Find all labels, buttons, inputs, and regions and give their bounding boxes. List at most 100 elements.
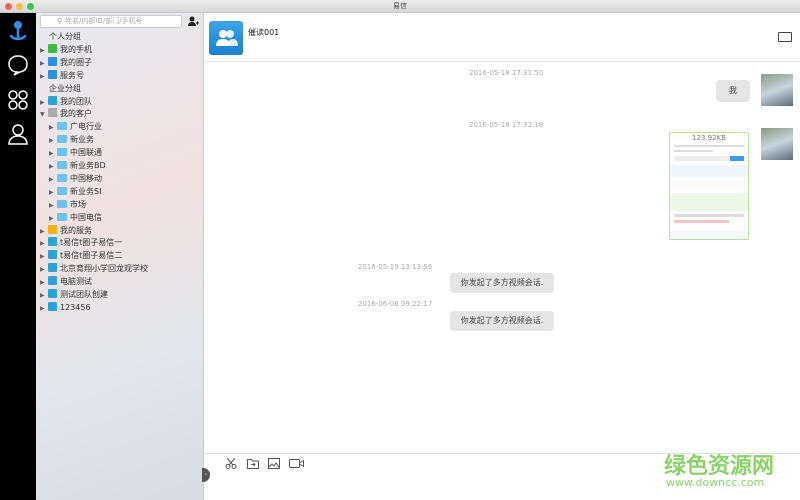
group-icon (48, 301, 57, 311)
group-icon (48, 95, 57, 105)
group-icon (48, 237, 57, 247)
expand-arrow-icon[interactable]: ▶ (40, 302, 48, 315)
tree-item-label: 我的服务 (60, 225, 92, 235)
user-avatar[interactable] (761, 74, 793, 106)
tree-folder-item[interactable]: ▶ 新业务SI (49, 185, 101, 198)
tree-item-label: 服务号 (60, 70, 84, 80)
send-file-icon[interactable] (247, 458, 259, 469)
group-icon (48, 69, 57, 79)
tree-item-label: 测试团队创建 (60, 290, 108, 299)
tree-item-label: 中国联通 (70, 148, 102, 158)
tree-group-item[interactable]: ▶ t易信t圈子易信二 (40, 249, 122, 262)
group-icon (48, 56, 57, 66)
tree-group-item[interactable]: ▶ 电脑测试 (40, 275, 92, 288)
tree-item-label: 我的圈子 (60, 57, 92, 67)
person-icon[interactable] (6, 122, 30, 146)
tree-item-label: 新业务 (70, 135, 94, 145)
collapse-arrow-icon[interactable]: ▼ (40, 108, 48, 121)
image-size: 123.92KB (692, 134, 726, 142)
group-icon (48, 43, 57, 53)
tree-item-label: 我的客户 (60, 109, 92, 119)
tree-item-label: 我的手机 (60, 44, 92, 54)
title-bar: 易信 (0, 0, 800, 13)
group-icon (48, 224, 57, 234)
group-section-header: 个人分组 (49, 30, 81, 43)
tree-group-item[interactable]: ▶ 123456 (40, 301, 91, 314)
system-message: 你发起了多方视频会话. (450, 273, 554, 293)
apps-icon[interactable] (6, 88, 30, 112)
group-section-header: 企业分组 (49, 82, 81, 95)
group-icon (48, 289, 57, 298)
tree-item-label: 新业务SI (70, 186, 102, 196)
chat-bubble-icon[interactable] (6, 53, 30, 77)
tree-group-item[interactable]: ▶ 测试团队创建 (40, 288, 108, 301)
watermark-url: www.downcc.com (666, 476, 765, 489)
tree-folder-item[interactable]: ▶ 市场 (49, 198, 86, 211)
group-icon (48, 263, 57, 273)
contacts-profile-icon[interactable] (6, 19, 30, 43)
tree-folder-item[interactable]: ▶ 新业务BD (49, 159, 106, 172)
search-placeholder: 姓名/内部ID/部门/手机号 (65, 17, 143, 25)
tree-item-label: 新业务BD (70, 161, 106, 170)
folder-icon (57, 199, 67, 208)
tree-group-item[interactable]: ▶ 我的圈子 (40, 56, 92, 69)
system-message: 你发起了多方视频会话. (450, 311, 554, 331)
tree-folder-item[interactable]: ▶ 中国联通 (49, 146, 102, 159)
group-icon (48, 276, 57, 286)
folder-icon (57, 135, 67, 144)
tree-item-label: 我的团队 (60, 96, 92, 106)
tree-item-label: 北京育翔小学回龙观学校 (60, 264, 148, 274)
tree-item-label: 电脑测试 (60, 277, 92, 287)
minimize-button[interactable] (16, 3, 23, 10)
tree-folder-item[interactable]: ▶ 新业务 (49, 133, 94, 146)
chat-header: 催读001 (205, 13, 800, 62)
tree-folder-item[interactable]: ▶ 中国移动 (49, 172, 102, 185)
message-timestamp: 2016-06-06 09:22:17 (358, 300, 433, 308)
tree-group-item[interactable]: ▶ 我的手机 (40, 43, 92, 56)
scissors-icon[interactable] (225, 458, 237, 469)
tree-item-label: 企业分组 (49, 83, 81, 93)
group-avatar[interactable] (209, 21, 243, 55)
video-call-icon[interactable] (289, 458, 304, 469)
group-icon (48, 250, 57, 260)
message-timestamp: 2016-05-18 17:32:18 (469, 121, 544, 129)
tree-group-item[interactable]: ▼ 我的客户 (40, 107, 92, 120)
add-contact-icon[interactable] (187, 15, 199, 27)
image-icon[interactable] (268, 458, 280, 469)
tree-item-label: 中国电信 (70, 212, 102, 222)
tree-item-label: 123456 (60, 302, 91, 312)
expand-arrow-icon[interactable]: ▶ (40, 70, 48, 83)
tree-group-item[interactable]: ▶ 我的服务 (40, 224, 92, 237)
nav-bar (0, 13, 36, 500)
tree-group-item[interactable]: ▶ t易信t圈子易信一 (40, 236, 122, 249)
tree-item-label: 个人分组 (49, 32, 81, 41)
tree-group-item[interactable]: ▶ 服务号 (40, 69, 84, 82)
chat-name: 催读001 (248, 28, 280, 37)
folder-icon (57, 122, 67, 131)
zoom-button[interactable] (27, 3, 34, 10)
tree-item-label: t易信t圈子易信二 (60, 251, 123, 261)
folder-icon (57, 186, 67, 195)
folder-icon (57, 212, 67, 221)
tree-item-label: t易信t圈子易信一 (60, 238, 123, 248)
search-input[interactable]: ⚲ 姓名/内部ID/部门/手机号 (40, 15, 182, 28)
tree-group-item[interactable]: ▶ 我的团队 (40, 95, 92, 108)
tree-item-label: 广电行业 (70, 122, 102, 132)
tree-group-item[interactable]: ▶ 北京育翔小学回龙观学校 (40, 262, 148, 275)
message-timestamp: 2016-05-18 17:31:50 (469, 69, 544, 77)
folder-icon (57, 148, 67, 157)
contact-card-icon[interactable] (778, 32, 792, 42)
folder-icon (57, 173, 67, 182)
search-icon: ⚲ (57, 17, 63, 25)
tree-item-label: 中国移动 (70, 173, 102, 183)
tree-folder-item[interactable]: ▶ 中国电信 (49, 211, 102, 224)
group-icon (48, 108, 57, 118)
folder-icon (57, 161, 67, 169)
message-bubble[interactable]: 我 (716, 80, 750, 102)
tree-item-label: 市场 (70, 199, 86, 209)
image-message[interactable]: 123.92KB (669, 132, 749, 240)
message-timestamp: 2016-05-19 13:13:56 (358, 263, 433, 271)
user-avatar[interactable] (761, 128, 793, 160)
tree-folder-item[interactable]: ▶ 广电行业 (49, 120, 102, 133)
close-button[interactable] (5, 3, 12, 10)
